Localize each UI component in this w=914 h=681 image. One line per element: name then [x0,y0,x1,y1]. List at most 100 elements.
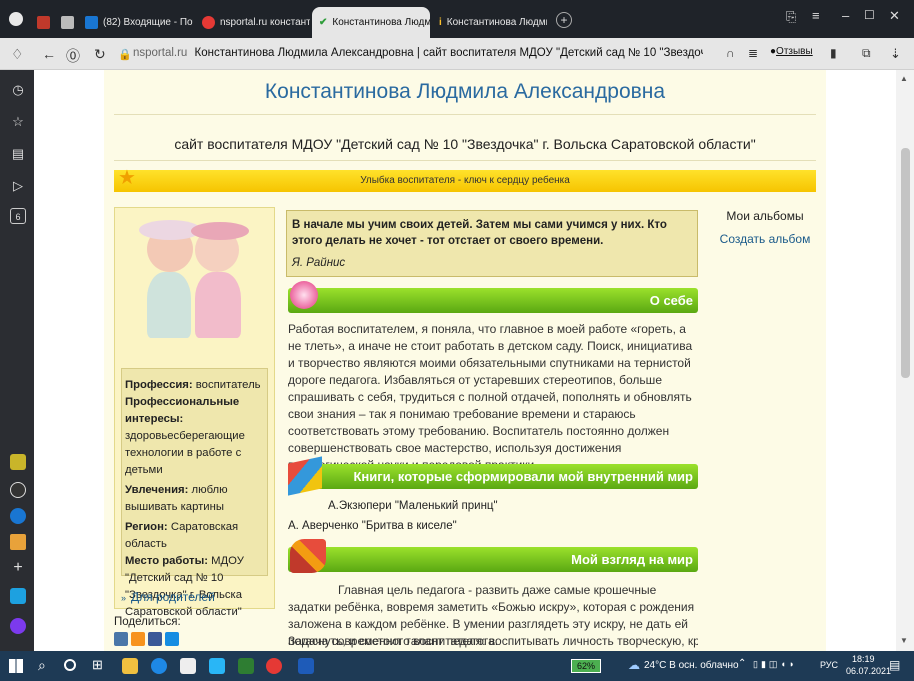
clock-time[interactable]: 18:19 [852,654,875,664]
battery-indicator[interactable]: 62% [571,659,601,673]
word-icon[interactable] [298,658,314,674]
tab-mail[interactable]: (82) Входящие - Почта Ma [78,7,193,38]
bookmarks-icon[interactable]: ⎘ [786,9,796,25]
favorites-icon[interactable]: ☆ [10,114,26,130]
region-row: Регион: Саратовская область [125,519,264,553]
history-icon[interactable]: ◷ [10,82,26,98]
yandex-browser-icon[interactable] [266,658,282,674]
edge-icon[interactable] [151,658,167,674]
extensions-icon[interactable]: ⧉ [862,46,871,61]
ribbon-icon [290,539,326,573]
language-indicator[interactable]: РУС [820,660,838,670]
page-wrapper: Константинова Людмила Александровна сайт… [104,70,826,651]
parents-link-label: Для родителей [131,590,215,604]
add-icon[interactable]: + [10,560,26,576]
back-icon[interactable]: ← [42,46,56,62]
scroll-thumb[interactable] [901,148,910,378]
scroll-down-icon[interactable]: ▼ [900,636,908,645]
page-scrollbar[interactable]: ▲ ▼ [896,70,914,651]
parents-link[interactable]: » Для родителей [121,590,215,604]
menu-icon[interactable]: ≡ [812,8,820,23]
tabs-count-icon[interactable]: 6 [10,208,26,224]
scroll-up-icon[interactable]: ▲ [900,74,908,83]
reload-icon[interactable]: ↻ [94,46,106,63]
dress-right [195,272,241,338]
yandex-icon [202,16,215,29]
download-icon[interactable]: ⇣ [890,46,901,62]
windows-start-icon[interactable] [9,659,23,673]
url-field[interactable]: nsportal.ru Константинова Людмила Алекса… [133,47,703,59]
gmail-icon[interactable] [10,534,26,550]
profile-info: Профессия: воспитатель Профессиональные … [121,368,268,618]
maximize-button[interactable]: ☐ [864,8,875,22]
headphones-icon[interactable]: ∩ [726,46,735,60]
books-title: Книги, которые сформировали мой внутренн… [353,469,693,484]
app-icon-1[interactable] [10,454,26,470]
notes-icon[interactable]: ▤ [10,146,26,162]
search-icon[interactable]: ⌕ [38,657,46,674]
store-icon[interactable] [180,658,196,674]
mymail-share-icon[interactable] [165,632,179,646]
app-icon-2[interactable] [10,482,26,498]
yandex-button[interactable]: ⓪ [66,46,80,66]
alice-icon[interactable] [10,618,26,634]
tab-search[interactable]: nsportal.ru константинова [195,7,310,38]
dress-left [147,272,191,338]
tab-2[interactable] [54,7,76,38]
tab-favicon [37,16,50,29]
clock-date[interactable]: 06.07.2021 [846,666,891,676]
profession-value: воспитатель [195,379,261,391]
app-l-icon[interactable] [238,658,254,674]
ok-share-icon[interactable] [131,632,145,646]
file-explorer-icon[interactable] [122,658,138,674]
minimize-button[interactable]: – [842,8,849,23]
mail-app-icon[interactable] [10,508,26,524]
quote-text: В начале мы учим своих детей. Затем мы с… [292,219,667,247]
work-label: Место работы: [125,555,208,567]
tab-4[interactable]: i Константинова Людмила [432,7,547,38]
section-header-about: О себе [288,281,698,313]
mail-app-taskbar-icon[interactable] [209,658,225,674]
profile-icon[interactable] [9,12,23,26]
play-icon[interactable]: ▷ [10,178,26,194]
tab-label: Константинова Людмила [446,17,547,28]
tab-1[interactable] [30,7,52,38]
star-icon: ★ [118,167,136,189]
profile-panel: Профессия: воспитатель Профессиональные … [114,207,275,618]
bookmark-icon[interactable]: ▮ [830,46,837,60]
about-text: Работая воспитателем, я поняла, что глав… [288,322,693,472]
albums-title: Мои альбомы [726,209,804,223]
quote-author: Я. Райнис [292,257,346,269]
section-header-view: Мой взгляд на мир [288,539,698,573]
view-title: Мой взгляд на мир [571,552,693,567]
url-domain: nsportal.ru [133,47,188,59]
taskbar: ⌕ ⊞ 62% ☁ 24°C В осн. облачно ⌃ ▯▮◫◖◗ РУ… [0,651,914,681]
interests-row: Профессиональные интересы: здоровьесбере… [125,394,264,479]
music-icon[interactable] [10,588,26,604]
tab-label: (82) Входящие - Почта Ma [103,17,193,28]
slogan-text: Улыбка воспитателя - ключ к сердцу ребен… [360,175,570,186]
reader-icon[interactable]: ≣ [748,46,758,60]
new-tab-button[interactable]: + [556,12,572,28]
tab-favicon [61,16,74,29]
vk-share-icon[interactable] [114,632,128,646]
create-album-link[interactable]: Создать альбом [704,232,826,246]
cortana-icon[interactable] [64,659,76,671]
reviews-label: Отзывы [776,46,813,57]
section-header-books: Книги, которые сформировали мой внутренн… [288,456,698,496]
hobby-label: Увлечения: [125,484,189,496]
tray-icons[interactable]: ▯▮◫◖◗ [753,659,797,670]
tray-chevron-icon[interactable]: ⌃ [738,658,746,669]
about-title: О себе [649,293,693,308]
hat-right [191,222,249,240]
view-text-2: Задача современного воспитателя: воспиты… [288,634,698,648]
tab-active[interactable]: ✔Константинова Людми✕ [312,7,430,38]
notifications-icon[interactable]: ▤ [889,658,900,672]
bell-icon[interactable]: ♢ [11,46,24,63]
weather-text[interactable]: 24°C В осн. облачно [644,660,739,671]
close-window-button[interactable]: ✕ [889,8,900,24]
work-row: Место работы: МДОУ "Детский сад № 10 "Зв… [125,553,264,621]
facebook-share-icon[interactable] [148,632,162,646]
reviews-button[interactable]: ●Отзывы [770,46,813,57]
task-view-icon[interactable]: ⊞ [92,657,103,673]
